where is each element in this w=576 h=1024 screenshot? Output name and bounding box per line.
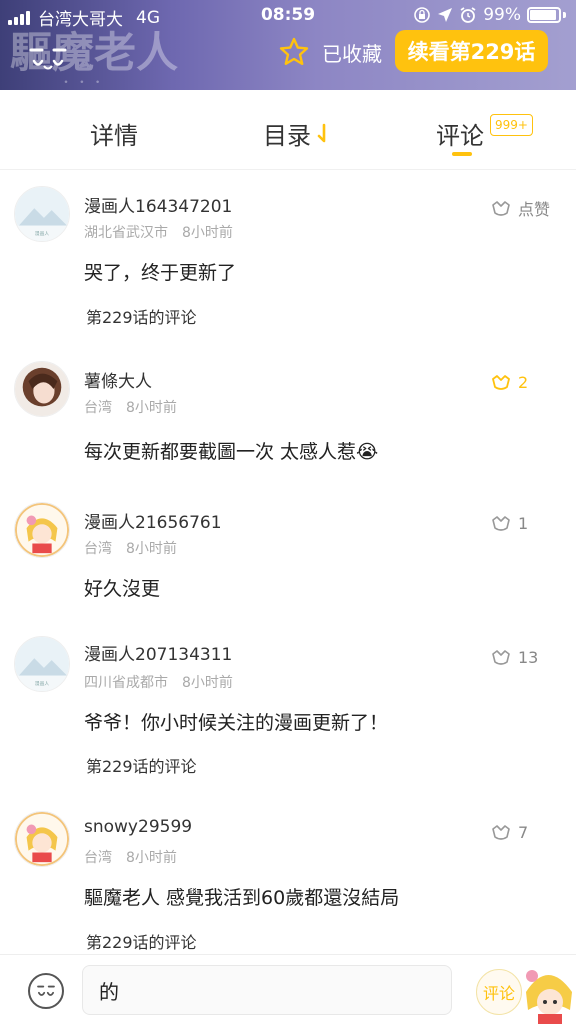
like-button[interactable]: 7 [490, 821, 528, 843]
default-avatar[interactable]: 漫画人 [14, 636, 70, 692]
star-icon [279, 37, 309, 65]
comment-time: 8小时前 [126, 400, 177, 416]
user-avatar[interactable] [14, 502, 70, 558]
comment-time: 8小时前 [126, 541, 177, 557]
comment-item: 薯條大人 台湾 8小时前 每次更新都要截圖一次 太感人惹😭 2 [0, 345, 576, 485]
comment-text: 好久沒更 [84, 578, 161, 600]
comment-username[interactable]: 漫画人21656761 [84, 508, 222, 533]
battery-icon [527, 7, 561, 23]
like-count: 2 [518, 372, 529, 392]
comment-composer: 的 评论 [0, 954, 576, 1024]
comment-text: 驅魔老人 感覺我活到60歲都還沒結局 [84, 887, 400, 909]
status-bar: 台湾大哥大 4G 08:59 99% [0, 0, 576, 32]
send-comment-button[interactable]: 评论 [476, 969, 522, 1015]
comment-meta: 台湾 8小时前 [84, 847, 177, 867]
like-icon [492, 650, 510, 665]
like-icon-active [492, 375, 510, 390]
favorite-button[interactable]: 已收藏 [278, 36, 382, 68]
tab-details[interactable]: 详情 [90, 116, 138, 151]
comment-item: 漫画人21656761 台湾 8小时前 好久沒更 1 [0, 486, 576, 616]
like-count: 13 [518, 647, 539, 667]
user-avatar[interactable] [14, 361, 70, 417]
like-count: 1 [518, 513, 529, 533]
comment-username[interactable]: 漫画人164347201 [84, 192, 232, 217]
comment-location: 台湾 [84, 850, 112, 866]
comment-time: 8小时前 [126, 850, 177, 866]
like-button[interactable]: 2 [490, 371, 528, 393]
comment-username[interactable]: snowy29599 [84, 817, 192, 837]
comment-meta: 台湾 8小时前 [84, 397, 177, 417]
user-avatar[interactable] [14, 811, 70, 867]
comment-chapter-tag[interactable]: 第229话的评论 [86, 304, 197, 328]
comment-count-badge: 999+ [490, 114, 533, 136]
comment-input[interactable]: 的 [82, 965, 452, 1015]
app-header: 驅魔老人 ・ ・ ・ 台湾大哥大 4G 08:59 99% 已收藏 续看第229… [0, 0, 576, 90]
comment-item: 漫画人 漫画人164347201 湖北省武汉市 8小时前 哭了，终于更新了 第2… [0, 170, 576, 340]
comment-chapter-tag[interactable]: 第229话的评论 [86, 929, 197, 953]
comment-meta: 湖北省武汉市 8小时前 [84, 222, 233, 242]
tab-catalog[interactable]: 目录 [263, 116, 329, 151]
continue-reading-button[interactable]: 续看第229话 [395, 30, 548, 72]
location-icon [438, 8, 453, 22]
comment-location: 湖北省武汉市 [84, 225, 168, 241]
comment-text: 爷爷！你小时候关注的漫画更新了！ [84, 712, 389, 734]
like-button[interactable]: 点赞 [490, 196, 550, 220]
comment-location: 台湾 [84, 400, 112, 416]
comment-time: 8小时前 [182, 225, 233, 241]
comment-text: 每次更新都要截圖一次 太感人惹😭 [84, 441, 379, 463]
default-avatar[interactable]: 漫画人 [14, 186, 70, 242]
svg-text:漫画人: 漫画人 [35, 230, 50, 237]
like-count: 7 [518, 822, 529, 842]
comment-location: 台湾 [84, 541, 112, 557]
comment-text: 哭了，终于更新了 [84, 262, 237, 284]
orientation-lock-icon [414, 7, 431, 23]
like-icon [492, 516, 510, 531]
svg-text:・ ・ ・: ・ ・ ・ [60, 75, 104, 89]
like-button[interactable]: 1 [490, 512, 528, 534]
like-button[interactable]: 13 [490, 646, 538, 668]
emoji-icon[interactable] [28, 973, 64, 1009]
sort-arrow-icon [317, 123, 326, 142]
svg-text:漫画人: 漫画人 [35, 680, 50, 687]
comment-location: 四川省成都市 [84, 675, 168, 691]
comment-time: 8小时前 [182, 675, 233, 691]
like-icon [492, 825, 510, 840]
battery-percentage: 99% [483, 5, 521, 25]
comment-username[interactable]: 薯條大人 [84, 367, 152, 392]
active-tab-indicator [452, 152, 472, 156]
comment-item: 漫画人 漫画人207134311 四川省成都市 8小时前 爷爷！你小时候关注的漫… [0, 620, 576, 790]
comment-meta: 四川省成都市 8小时前 [84, 672, 233, 692]
like-icon [492, 201, 510, 216]
mascot-icon[interactable] [520, 962, 576, 1024]
favorite-label: 已收藏 [322, 41, 382, 66]
comment-chapter-tag[interactable]: 第229话的评论 [86, 753, 197, 777]
comment-meta: 台湾 8小时前 [84, 538, 177, 558]
alarm-icon [460, 7, 476, 23]
tab-comments[interactable]: 评论 [436, 116, 484, 151]
comment-item: snowy29599 台湾 8小时前 驅魔老人 感覺我活到60歲都還沒結局 第2… [0, 795, 576, 955]
tab-catalog-label: 目录 [263, 122, 311, 150]
comment-username[interactable]: 漫画人207134311 [84, 640, 232, 665]
like-label: 点赞 [518, 200, 551, 219]
back-face-icon[interactable] [28, 44, 68, 74]
battery-tip [563, 12, 566, 18]
